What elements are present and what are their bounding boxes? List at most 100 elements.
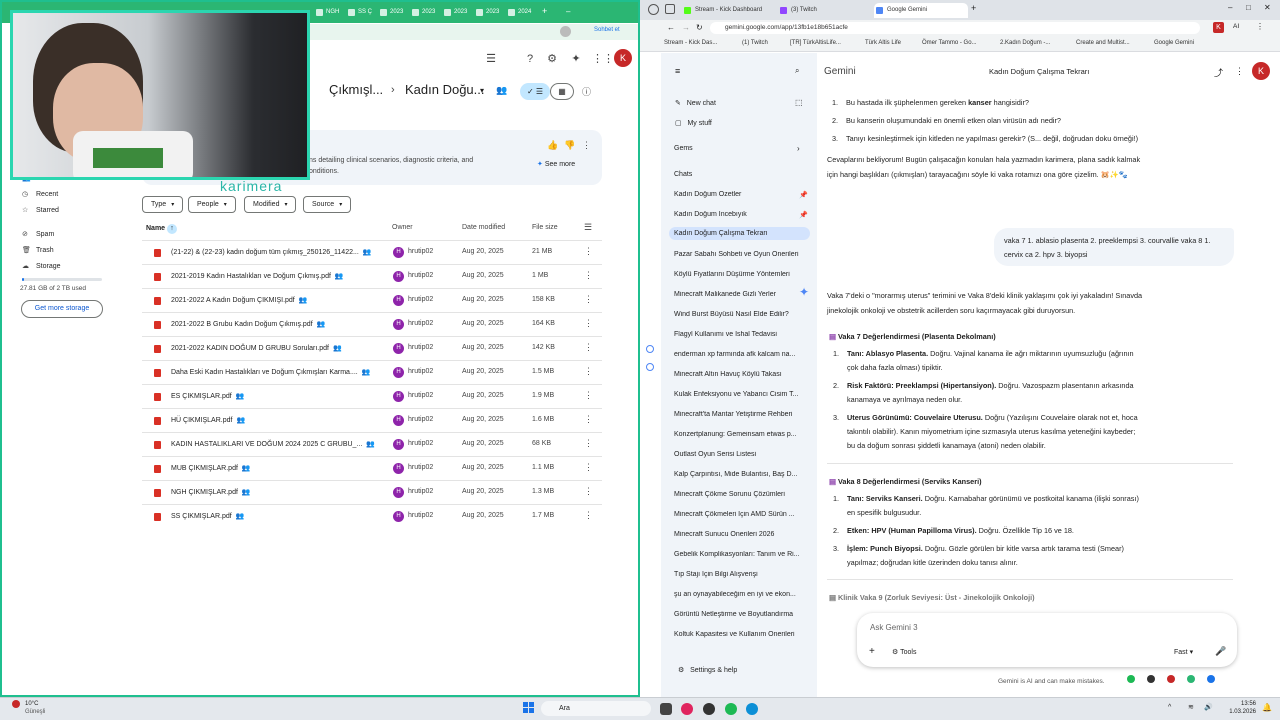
- bookmark[interactable]: Create and Multist...: [1076, 40, 1130, 46]
- opera-icon[interactable]: [681, 703, 693, 715]
- more-vert-icon[interactable]: ⋮: [584, 390, 593, 401]
- chat-item[interactable]: Minecraft'ta Mantar Yetiştirme Rehberi: [674, 411, 810, 418]
- settings-help-button[interactable]: ⚙ Settings & help: [678, 666, 737, 674]
- clock-date[interactable]: 1.03.2026: [1218, 709, 1256, 715]
- bookmark[interactable]: Stream - Kick Das...: [664, 40, 717, 46]
- tab[interactable]: 2023: [378, 6, 403, 19]
- grid-view-toggle[interactable]: ▦: [550, 83, 574, 100]
- chat-item[interactable]: Minecraft Malikanede Gizli Yerler: [674, 291, 810, 298]
- filter-people[interactable]: People ▾: [188, 196, 236, 213]
- more-vert-icon[interactable]: ⋮: [582, 140, 591, 151]
- sort-options-icon[interactable]: ☰: [584, 222, 592, 233]
- table-row[interactable]: SS ÇIKMIŞLAR.pdf 👥 Hhrutip02 Aug 20, 2025 1.…: [142, 504, 602, 528]
- tab-kick[interactable]: Stream - Kick Dashboard: [682, 3, 774, 18]
- account-avatar[interactable]: K: [614, 49, 632, 67]
- file-name[interactable]: KADIN HASTALIKLARI VE DOĞUM 2024 2025 C …: [171, 440, 375, 448]
- tab[interactable]: SS Ç: [346, 6, 372, 19]
- file-name[interactable]: 2021-2022 A Kadın Doğum ÇIKMIŞI.pdf 👥: [171, 296, 307, 304]
- more-vert-icon[interactable]: ⋮: [584, 246, 593, 257]
- file-name[interactable]: HÜ ÇIKMIŞLAR.pdf 👥: [171, 416, 245, 424]
- help-icon[interactable]: ?: [523, 52, 537, 66]
- see-more-button[interactable]: ✦ See more: [537, 160, 575, 168]
- chat-item[interactable]: Kalp Çarpıntısı, Mide Bulantısı, Baş D..…: [674, 471, 810, 478]
- chat-item[interactable]: şu an oynayabileceğim en iyi ve ekon...: [674, 591, 810, 598]
- column-owner[interactable]: Owner: [392, 224, 413, 231]
- chat-item[interactable]: Minecraft Çökme Sorunu Çözümleri: [674, 491, 810, 498]
- microphone-icon[interactable]: 🎤: [1215, 646, 1226, 657]
- pin-icon[interactable]: 📌: [799, 191, 808, 199]
- more-vert-icon[interactable]: ⋮: [584, 462, 593, 473]
- more-vert-icon[interactable]: ⋮: [584, 414, 593, 425]
- minimize-icon[interactable]: –: [1228, 3, 1232, 12]
- file-name[interactable]: 2021-2022 KADIN DOĞUM D GRUBU Soruları.p…: [171, 344, 342, 352]
- tab-gemini[interactable]: Google Gemini: [874, 3, 968, 18]
- file-name[interactable]: NGH ÇIKMIŞLAR.pdf 👥: [171, 488, 251, 496]
- chat-button[interactable]: Sohbet et: [594, 27, 620, 33]
- breadcrumb-current[interactable]: Kadın Doğu...: [405, 82, 485, 97]
- gems-header[interactable]: Gems: [674, 145, 693, 152]
- wifi-icon[interactable]: ≋: [1188, 703, 1194, 711]
- file-name[interactable]: (21-22) & (22-23) kadın doğum tüm çıkmış…: [171, 248, 372, 256]
- sort-arrow-icon[interactable]: ↑: [167, 224, 178, 234]
- chat-item[interactable]: Wind Burst Büyüsü Nasıl Elde Edilir?: [674, 311, 810, 318]
- file-name[interactable]: 2021-2019 Kadın Hastalıkları ve Doğum Çı…: [171, 272, 344, 280]
- forward-icon[interactable]: →: [682, 23, 690, 32]
- chat-item[interactable]: Tıp Stajı İçin Bilgi Alışverişi: [674, 571, 810, 578]
- profile-avatar[interactable]: K: [1213, 22, 1224, 33]
- chat-item[interactable]: Görüntü Netleştirme ve Boyutlandırma: [674, 611, 810, 618]
- app-icon[interactable]: [703, 703, 715, 715]
- left-address-bar[interactable]: Sohbet et: [302, 24, 638, 40]
- add-icon[interactable]: +: [869, 646, 875, 657]
- more-vert-icon[interactable]: ⋮: [584, 438, 593, 449]
- prompt-box[interactable]: Ask Gemini 3 + ⚙ Tools Fast ▾ 🎤: [857, 613, 1237, 667]
- minimize-icon[interactable]: –: [566, 7, 570, 16]
- sidebar-item-recent[interactable]: ◷ Recent: [22, 190, 58, 198]
- tray-chevron-icon[interactable]: ^: [1168, 704, 1171, 711]
- chat-item[interactable]: Kulak Enfeksiyonu ve Yabancı Cisim T...: [674, 391, 810, 398]
- chat-item[interactable]: Pazar Sabahı Sohbeti ve Oyun Önerileri: [674, 251, 810, 258]
- maximize-icon[interactable]: □: [1246, 3, 1251, 12]
- filter-source[interactable]: Source ▾: [303, 196, 352, 213]
- gemini-spark-icon[interactable]: ✦: [569, 52, 583, 66]
- task-view-icon[interactable]: [660, 703, 672, 715]
- filter-modified[interactable]: Modified ▾: [244, 196, 297, 213]
- column-file-size[interactable]: File size: [532, 224, 558, 231]
- more-vert-icon[interactable]: ⋮: [584, 342, 593, 353]
- filter-icon[interactable]: ☰: [484, 52, 498, 66]
- more-vert-icon[interactable]: ⋮: [584, 486, 593, 497]
- bookmark[interactable]: (1) Twitch: [742, 40, 768, 46]
- gemini-brand[interactable]: Gemini: [824, 66, 856, 77]
- table-row[interactable]: 2021-2022 KADIN DOĞUM D GRUBU Soruları.p…: [142, 336, 602, 360]
- chat-item[interactable]: enderman xp farmında afk kalcam na...: [674, 351, 810, 358]
- file-name[interactable]: SS ÇIKMIŞLAR.pdf 👥: [171, 512, 244, 520]
- more-vert-icon[interactable]: ⋮: [584, 366, 593, 377]
- chat-item[interactable]: Kadın Doğum Çalışma Tekrarı: [669, 227, 810, 240]
- mode-selector[interactable]: Fast ▾: [1174, 648, 1193, 656]
- bookmark[interactable]: Türk Altis Life: [865, 40, 901, 46]
- menu-icon[interactable]: ⋮: [1256, 22, 1264, 31]
- table-row[interactable]: MUB ÇIKMIŞLAR.pdf 👥 Hhrutip02 Aug 20, 2025 1…: [142, 456, 602, 480]
- history-icon[interactable]: [646, 345, 654, 353]
- account-avatar[interactable]: K: [1252, 62, 1270, 80]
- chat-item[interactable]: Köylü Fiyatlarını Düşürme Yöntemleri: [674, 271, 810, 278]
- tab[interactable]: 2023: [410, 6, 435, 19]
- new-chat-button[interactable]: ✎ New chat: [675, 99, 716, 107]
- hamburger-icon[interactable]: ≡: [675, 66, 680, 76]
- search-box[interactable]: Ara: [541, 701, 651, 716]
- chevron-right-icon[interactable]: ›: [797, 144, 800, 153]
- temporary-chat-icon[interactable]: ⬚: [795, 98, 803, 107]
- weather-desc[interactable]: Güneşli: [25, 709, 45, 715]
- table-row[interactable]: Daha Eski Kadın Hastalıkları ve Doğum Çı…: [142, 360, 602, 384]
- chat-item[interactable]: Kadın Doğum Özetler: [674, 191, 810, 198]
- chat-item[interactable]: Minecraft Sunucu Önerileri 2026: [674, 531, 810, 538]
- table-row[interactable]: 2021-2019 Kadın Hastalıkları ve Doğum Çı…: [142, 264, 602, 288]
- back-icon[interactable]: ←: [667, 23, 675, 32]
- tab-actions-icon[interactable]: [665, 4, 675, 14]
- chat-item[interactable]: Minecraft Çökmeleri İçin AMD Sürün ...: [674, 511, 810, 518]
- file-name[interactable]: 2021-2022 B Grubu Kadın Doğum Çıkmış.pdf…: [171, 320, 325, 328]
- close-icon[interactable]: ✕: [1264, 3, 1271, 12]
- more-vert-icon[interactable]: ⋮: [584, 270, 593, 281]
- prompt-input[interactable]: Ask Gemini 3: [870, 623, 918, 632]
- column-name[interactable]: Name ↑: [146, 224, 178, 234]
- chat-item[interactable]: Flagyl Kullanımı ve İshal Tedavisi: [674, 331, 810, 338]
